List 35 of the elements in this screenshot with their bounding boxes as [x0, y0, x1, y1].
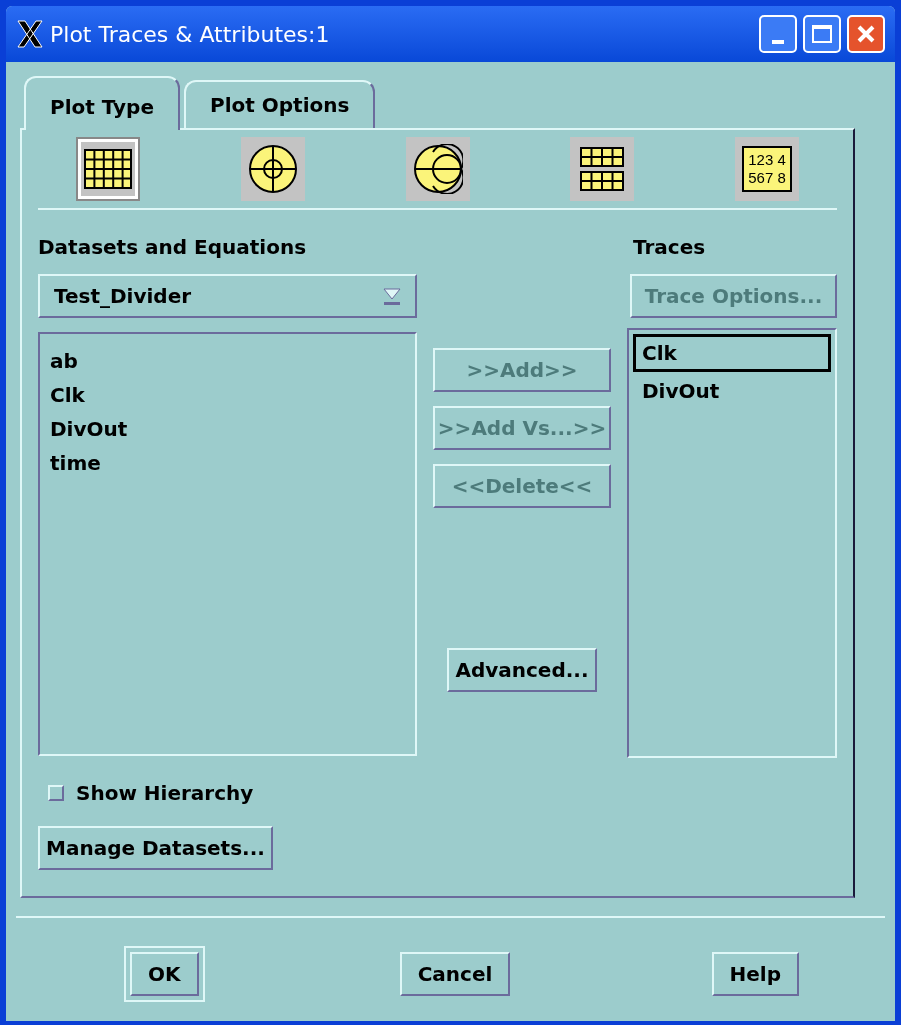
section-label: Datasets and Equations: [38, 234, 308, 261]
plot-type-button[interactable]: [76, 137, 140, 201]
list-item[interactable]: Clk: [50, 378, 405, 412]
list-item[interactable]: DivOut: [50, 412, 405, 446]
number-list-icon: 123 4 567 8: [742, 146, 792, 192]
plot-type-button[interactable]: 123 4 567 8: [735, 137, 799, 201]
dialog-button[interactable]: Help: [711, 952, 799, 996]
manage-datasets-button[interactable]: Manage Datasets...: [38, 826, 273, 870]
close-button[interactable]: [847, 15, 885, 53]
list-item[interactable]: ab: [50, 344, 405, 378]
tab[interactable]: Plot Options: [183, 80, 376, 128]
dataset-dropdown[interactable]: Test_Divider: [38, 274, 417, 318]
grid-icon: [84, 149, 132, 189]
stacked-grid-icon: [580, 147, 625, 191]
checkbox[interactable]: [48, 785, 64, 801]
minimize-button[interactable]: [759, 15, 797, 53]
plot-type-button[interactable]: [570, 137, 635, 201]
target-icon: [247, 144, 298, 194]
plot-type-button[interactable]: [240, 137, 305, 201]
list-item[interactable]: time: [50, 446, 405, 480]
list-item[interactable]: Clk: [633, 334, 831, 372]
x-logo-icon: [16, 19, 44, 49]
advanced-button[interactable]: Advanced...: [447, 648, 597, 692]
close-icon: [856, 24, 876, 44]
dropdown-arrow-icon: [383, 287, 401, 305]
checkbox-label: Show Hierarchy: [76, 780, 254, 807]
smith-chart-icon: [412, 144, 463, 194]
plot-type-button[interactable]: [405, 137, 470, 201]
tab[interactable]: Plot Type: [24, 76, 180, 130]
window-title: Plot Traces & Attributes:1: [50, 20, 331, 49]
section-label: Traces: [632, 234, 707, 261]
dialog-button[interactable]: OK: [124, 946, 205, 1002]
maximize-button[interactable]: [803, 15, 841, 53]
dialog-button[interactable]: Cancel: [399, 952, 511, 996]
list-item[interactable]: DivOut: [633, 372, 831, 410]
